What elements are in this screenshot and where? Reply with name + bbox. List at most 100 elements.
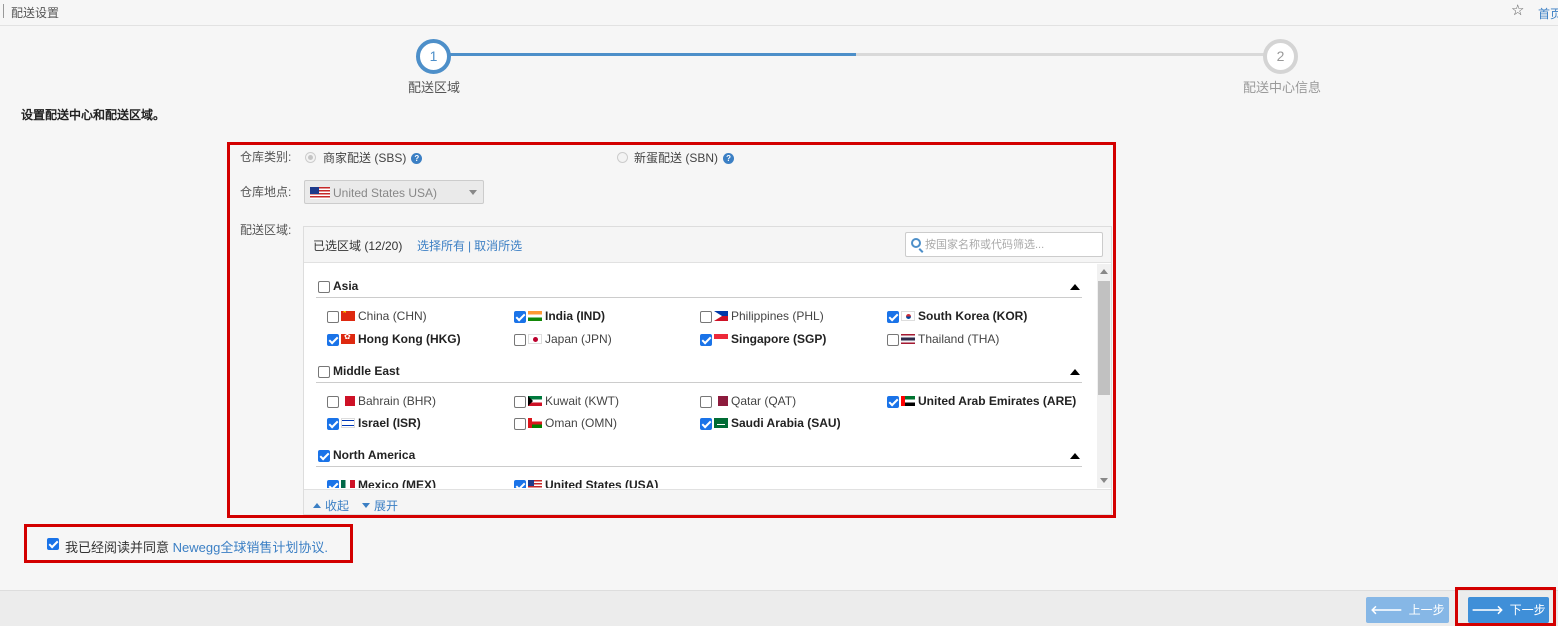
kuwait-flag-icon: [528, 396, 542, 406]
zone-scrollbar[interactable]: [1097, 264, 1111, 488]
step-1-label: 配送区域: [408, 80, 461, 95]
hong-kong-flag-icon: [341, 334, 355, 344]
country-checkbox-kwt[interactable]: [514, 396, 526, 408]
delivery-zone-label: 配送区域:: [240, 223, 292, 237]
region-title-middle-east: Middle East: [333, 364, 400, 378]
bahrain-flag-icon: [341, 396, 355, 406]
country-filter: [905, 232, 1103, 257]
arrow-left-icon: 🡐: [1370, 603, 1403, 617]
israel-flag-icon: [341, 418, 355, 428]
thailand-flag-icon: [901, 334, 915, 344]
top-bar: 配送设置 ☆ 首页: [0, 0, 1558, 26]
wizard-stepper: 1 2 配送区域 配送中心信息: [0, 30, 1558, 100]
step-remaining-line: [856, 53, 1266, 56]
country-qat: Qatar (QAT): [714, 394, 796, 408]
chevron-down-icon: [469, 190, 477, 195]
star-icon[interactable]: ☆: [1511, 2, 1524, 20]
action-bar: [0, 590, 1558, 626]
scroll-up-icon[interactable]: [1100, 269, 1108, 274]
step-1-circle: 1: [416, 39, 451, 74]
warehouse-location-label: 仓库地点:: [240, 185, 292, 199]
country-phl: Philippines (PHL): [714, 309, 824, 323]
zone-list: Asia China (CHN) India (IND) Philippines…: [304, 264, 1097, 488]
region-checkbox-asia[interactable]: [318, 281, 330, 293]
uae-flag-icon: [901, 396, 915, 406]
country-kwt: Kuwait (KWT): [528, 394, 619, 408]
country-checkbox-mex[interactable]: [327, 480, 339, 488]
warehouse-location-select[interactable]: United States USA): [304, 180, 484, 204]
expand-all-link[interactable]: 展开: [362, 497, 398, 514]
region-divider: [316, 297, 1082, 298]
search-icon: [911, 238, 921, 248]
usa-flag-icon: [310, 187, 330, 199]
country-tha: Thailand (THA): [901, 332, 999, 346]
radio-sbs[interactable]: [305, 152, 316, 163]
scroll-down-icon[interactable]: [1100, 478, 1108, 483]
country-checkbox-tha[interactable]: [887, 334, 899, 346]
scroll-thumb[interactable]: [1098, 281, 1110, 395]
country-usa: United States (USA): [528, 478, 658, 488]
country-checkbox-usa[interactable]: [514, 480, 526, 488]
radio-sbn-label: 新蛋配送 (SBN)?: [634, 149, 735, 166]
country-checkbox-jpn[interactable]: [514, 334, 526, 346]
region-checkbox-middle-east[interactable]: [318, 366, 330, 378]
select-all-link[interactable]: 选择所有: [417, 239, 465, 253]
warehouse-type-label: 仓库类别:: [240, 150, 292, 164]
country-filter-input[interactable]: [925, 235, 1099, 254]
radio-sbn[interactable]: [617, 152, 628, 163]
step-progress-line: [450, 53, 856, 56]
prev-button[interactable]: 🡐 上一步: [1366, 597, 1449, 623]
country-bhr: Bahrain (BHR): [341, 394, 436, 408]
collapse-all-link[interactable]: 收起: [313, 497, 349, 514]
region-title-north-america: North America: [333, 448, 416, 462]
zone-selector-panel: 已选区域 (12/20) 选择所有|取消所选 Asia China (CHN) …: [303, 226, 1112, 515]
country-checkbox-phl[interactable]: [700, 311, 712, 323]
region-checkbox-north-america[interactable]: [318, 450, 330, 462]
link-separator: |: [468, 239, 472, 253]
country-checkbox-isr[interactable]: [327, 418, 339, 430]
country-checkbox-are[interactable]: [887, 396, 899, 408]
triangle-down-icon: [362, 503, 370, 508]
deselect-all-link[interactable]: 取消所选: [474, 239, 522, 253]
saudi-arabia-flag-icon: [714, 418, 728, 428]
country-checkbox-kor[interactable]: [887, 311, 899, 323]
country-checkbox-chn[interactable]: [327, 311, 339, 323]
country-sgp: Singapore (SGP): [714, 332, 826, 346]
country-ind: India (IND): [528, 309, 605, 323]
singapore-flag-icon: [714, 334, 728, 344]
agreement-link[interactable]: Newegg全球销售计划协议.: [173, 540, 328, 555]
help-icon[interactable]: ?: [723, 153, 735, 164]
agreement-checkbox[interactable]: [47, 538, 59, 550]
oman-flag-icon: [528, 418, 542, 428]
country-checkbox-hkg[interactable]: [327, 334, 339, 346]
south-korea-flag-icon: [901, 311, 915, 321]
country-jpn: Japan (JPN): [528, 332, 612, 346]
page-title: 配送设置: [11, 6, 60, 20]
step-2-circle: 2: [1263, 39, 1298, 74]
zone-header: 已选区域 (12/20) 选择所有 | 取消所选: [304, 227, 1111, 263]
country-checkbox-sgp[interactable]: [700, 334, 712, 346]
help-icon[interactable]: ?: [411, 153, 423, 164]
collapse-region-icon[interactable]: [1070, 284, 1080, 290]
country-checkbox-sau[interactable]: [700, 418, 712, 430]
triangle-up-icon: [313, 503, 321, 508]
collapse-region-icon[interactable]: [1070, 369, 1080, 375]
mexico-flag-icon: [341, 480, 355, 488]
collapse-region-icon[interactable]: [1070, 453, 1080, 459]
step-2-label: 配送中心信息: [1243, 80, 1322, 95]
country-checkbox-omn[interactable]: [514, 418, 526, 430]
region-divider: [316, 466, 1082, 467]
country-checkbox-qat[interactable]: [700, 396, 712, 408]
japan-flag-icon: [528, 334, 542, 344]
country-isr: Israel (ISR): [341, 416, 421, 430]
home-link[interactable]: 首页: [1538, 5, 1558, 22]
india-flag-icon: [528, 311, 542, 321]
zone-footer: 收起 展开: [304, 489, 1111, 514]
region-title-asia: Asia: [333, 279, 359, 293]
country-checkbox-bhr[interactable]: [327, 396, 339, 408]
country-chn: China (CHN): [341, 309, 427, 323]
qatar-flag-icon: [714, 396, 728, 406]
region-divider: [316, 382, 1082, 383]
intro-text: 设置配送中心和配送区域。: [21, 108, 166, 122]
country-checkbox-ind[interactable]: [514, 311, 526, 323]
